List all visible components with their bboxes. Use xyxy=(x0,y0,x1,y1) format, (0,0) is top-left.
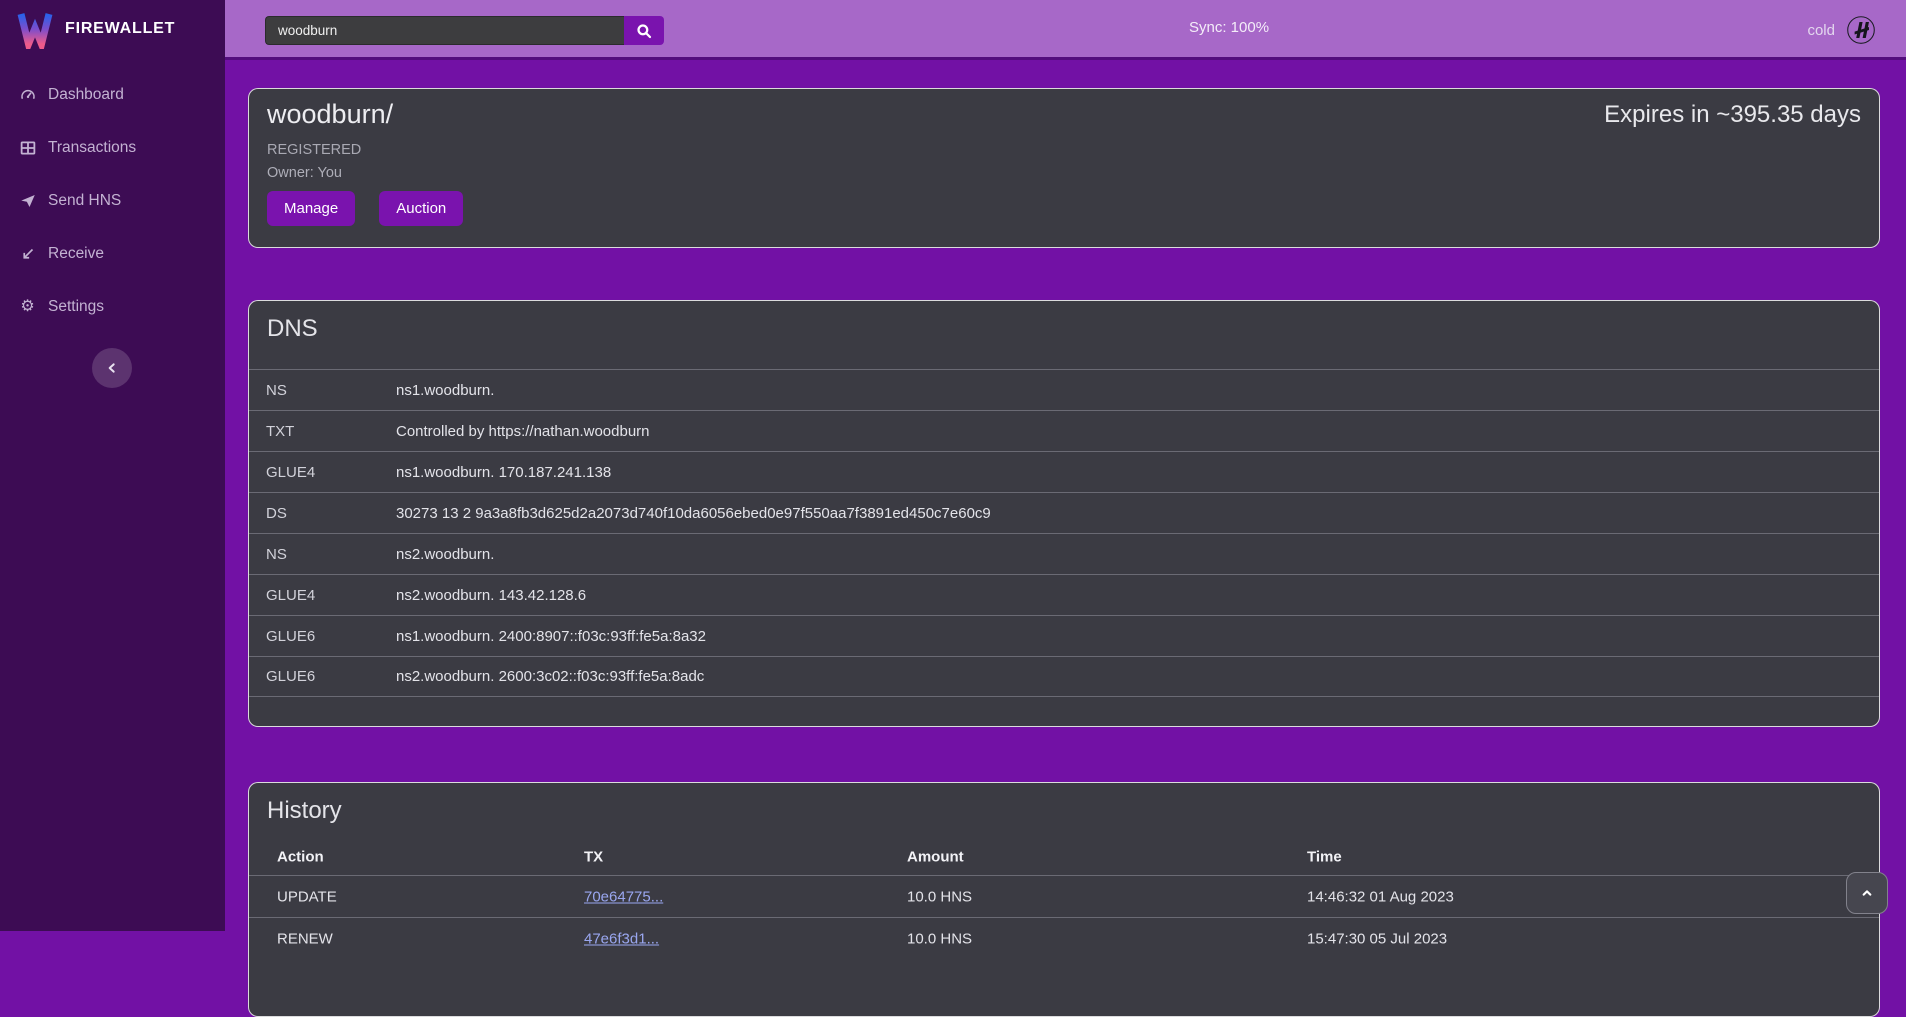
gauge-icon xyxy=(18,85,37,104)
wallet-group[interactable]: cold xyxy=(1807,0,1878,60)
chevron-left-icon xyxy=(104,360,120,376)
sidebar-item-send-hns[interactable]: Send HNS xyxy=(0,174,225,227)
search-button[interactable] xyxy=(624,16,664,45)
history-card: History Action TX Amount Time UPDATE 70e… xyxy=(248,782,1880,1017)
gear-icon: ⚙ xyxy=(18,297,37,316)
send-icon xyxy=(18,191,37,210)
dns-record-type: NS xyxy=(249,546,396,563)
dns-record-type: DS xyxy=(249,505,396,522)
dns-record-row: DS 30273 13 2 9a3a8fb3d625d2a2073d740f10… xyxy=(249,492,1879,533)
domain-card: woodburn/ REGISTERED Owner: You Manage A… xyxy=(248,88,1880,248)
wallet-name: cold xyxy=(1807,22,1835,39)
handshake-logo-icon xyxy=(1844,13,1878,47)
dns-record-value: Controlled by https://nathan.woodburn xyxy=(396,423,650,440)
history-header-action: Action xyxy=(277,849,324,866)
dns-record-value: ns2.woodburn. 2600:3c02::f03c:93ff:fe5a:… xyxy=(396,668,704,685)
sync-status: Sync: 100% xyxy=(1189,19,1269,36)
dns-record-row: NS ns1.woodburn. xyxy=(249,369,1879,410)
domain-owner: Owner: You xyxy=(267,165,342,181)
sidebar-item-receive[interactable]: Receive xyxy=(0,227,225,280)
history-header-time: Time xyxy=(1307,849,1342,866)
main-content: woodburn/ REGISTERED Owner: You Manage A… xyxy=(225,60,1906,931)
auction-button[interactable]: Auction xyxy=(379,191,463,226)
receive-icon xyxy=(18,244,37,263)
dns-table: NS ns1.woodburn. TXT Controlled by https… xyxy=(249,369,1879,697)
search-input[interactable] xyxy=(265,16,624,45)
history-action: RENEW xyxy=(277,930,333,947)
history-amount: 10.0 HNS xyxy=(907,930,972,947)
history-row: RENEW 47e6f3d1... 10.0 HNS 15:47:30 05 J… xyxy=(249,917,1879,959)
sidebar-item-label: Dashboard xyxy=(48,86,124,104)
dns-record-type: GLUE6 xyxy=(249,668,396,685)
sidebar: FIREWALLET Dashboard Transactions xyxy=(0,0,225,931)
sidebar-item-transactions[interactable]: Transactions xyxy=(0,121,225,174)
sidebar-item-dashboard[interactable]: Dashboard xyxy=(0,68,225,121)
domain-expiry: Expires in ~395.35 days xyxy=(1604,101,1861,129)
dns-record-value: ns1.woodburn. xyxy=(396,382,494,399)
dns-section-title: DNS xyxy=(267,315,318,343)
dns-record-row: GLUE6 ns2.woodburn. 2600:3c02::f03c:93ff… xyxy=(249,656,1879,697)
dns-record-row: NS ns2.woodburn. xyxy=(249,533,1879,574)
dns-record-type: GLUE4 xyxy=(249,464,396,481)
dns-record-value: ns1.woodburn. 2400:8907::f03c:93ff:fe5a:… xyxy=(396,628,706,645)
domain-name-title: woodburn/ xyxy=(267,99,393,130)
dns-record-value: ns2.woodburn. 143.42.128.6 xyxy=(396,587,586,604)
dns-record-row: TXT Controlled by https://nathan.woodbur… xyxy=(249,410,1879,451)
scroll-to-top-button[interactable] xyxy=(1846,872,1888,914)
firewallet-w-logo-icon xyxy=(15,9,55,49)
brand-name: FIREWALLET xyxy=(65,20,175,38)
tx-link[interactable]: 47e6f3d1... xyxy=(584,930,659,947)
topbar: Sync: 100% cold xyxy=(225,0,1906,60)
history-time: 14:46:32 01 Aug 2023 xyxy=(1307,888,1454,905)
domain-actions: Manage Auction xyxy=(267,191,463,226)
domain-status: REGISTERED xyxy=(267,142,361,158)
sidebar-item-settings[interactable]: ⚙ Settings xyxy=(0,280,225,333)
table-icon xyxy=(18,138,37,157)
history-header-tx: TX xyxy=(584,849,603,866)
history-table-header: Action TX Amount Time xyxy=(249,839,1879,875)
tx-link[interactable]: 70e64775... xyxy=(584,888,663,905)
sidebar-collapse-button[interactable] xyxy=(92,348,132,388)
dns-record-value: ns2.woodburn. xyxy=(396,546,494,563)
history-header-amount: Amount xyxy=(907,849,964,866)
sidebar-item-label: Receive xyxy=(48,245,104,263)
chevron-up-icon xyxy=(1859,885,1875,901)
dns-record-type: GLUE6 xyxy=(249,628,396,645)
dns-record-type: NS xyxy=(249,382,396,399)
history-section-title: History xyxy=(267,797,342,825)
dns-record-value: ns1.woodburn. 170.187.241.138 xyxy=(396,464,611,481)
sidebar-item-label: Transactions xyxy=(48,139,136,157)
dns-record-row: GLUE6 ns1.woodburn. 2400:8907::f03c:93ff… xyxy=(249,615,1879,656)
dns-record-row: GLUE4 ns2.woodburn. 143.42.128.6 xyxy=(249,574,1879,615)
history-row: UPDATE 70e64775... 10.0 HNS 14:46:32 01 … xyxy=(249,875,1879,917)
sidebar-item-label: Send HNS xyxy=(48,192,121,210)
dns-record-type: TXT xyxy=(249,423,396,440)
history-time: 15:47:30 05 Jul 2023 xyxy=(1307,930,1447,947)
manage-button[interactable]: Manage xyxy=(267,191,355,226)
dns-record-type: GLUE4 xyxy=(249,587,396,604)
dns-record-value: 30273 13 2 9a3a8fb3d625d2a2073d740f10da6… xyxy=(396,505,991,522)
sidebar-item-label: Settings xyxy=(48,298,104,316)
history-action: UPDATE xyxy=(277,888,337,905)
dns-record-row: GLUE4 ns1.woodburn. 170.187.241.138 xyxy=(249,451,1879,492)
search-group xyxy=(265,16,664,45)
brand-header: FIREWALLET xyxy=(0,0,225,57)
search-icon xyxy=(635,22,653,40)
history-amount: 10.0 HNS xyxy=(907,888,972,905)
sidebar-nav: Dashboard Transactions Send HNS xyxy=(0,68,225,333)
dns-card: DNS NS ns1.woodburn. TXT Controlled by h… xyxy=(248,300,1880,727)
